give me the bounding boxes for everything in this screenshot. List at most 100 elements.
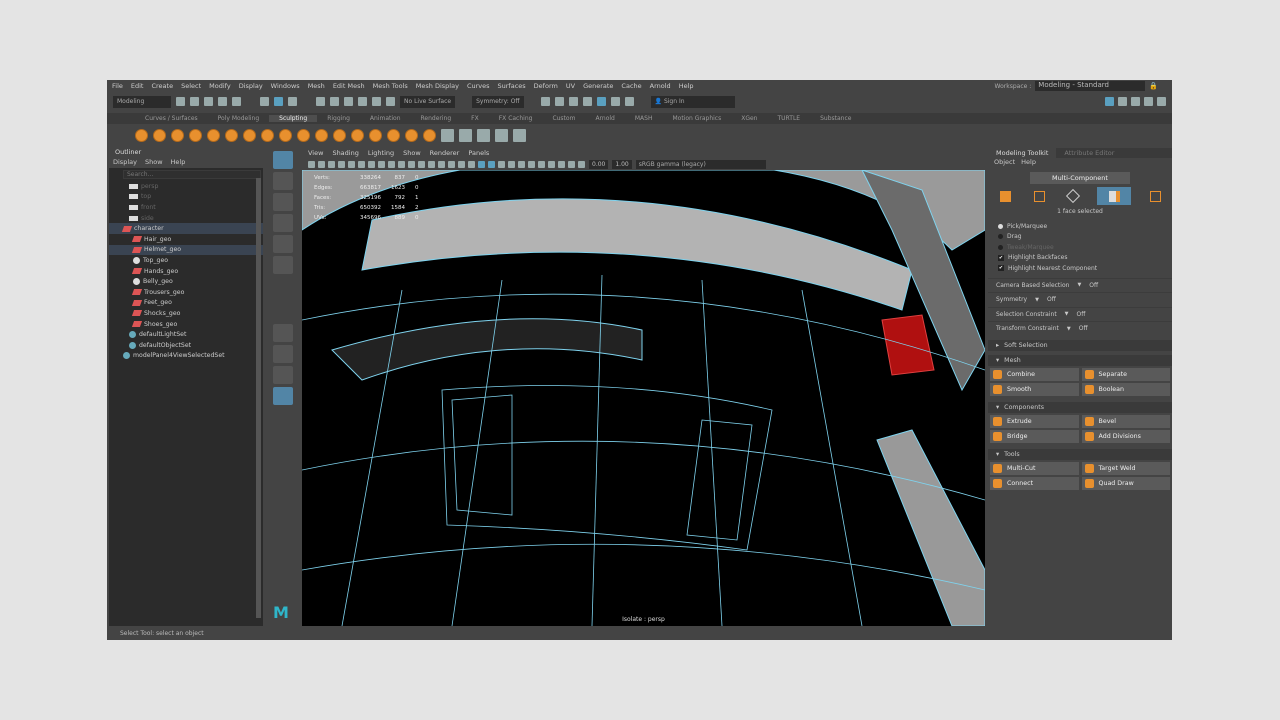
viewport-menu-show[interactable]: Show: [403, 149, 421, 157]
viewport-toolbar-icon[interactable]: [498, 160, 505, 168]
section-mesh[interactable]: ▾ Mesh: [988, 354, 1172, 366]
viewport-toolbar-icon[interactable]: [308, 160, 315, 168]
toolkit-menu-object[interactable]: Object: [994, 158, 1015, 168]
shelf-tab-fx[interactable]: FX: [461, 115, 489, 122]
viewport-toolbar-icon[interactable]: [408, 160, 415, 168]
sculpt-tool-icon[interactable]: [513, 128, 526, 142]
viewport-toolbar-icon[interactable]: [338, 160, 345, 168]
target-weld-button[interactable]: Target Weld: [1081, 461, 1170, 475]
edge-mode-button[interactable]: [1063, 187, 1083, 205]
viewport-toolbar-icon[interactable]: [328, 160, 335, 168]
sculpt-tool-icon[interactable]: [261, 128, 274, 142]
workspace-dropdown[interactable]: Modeling - Standard: [1035, 81, 1146, 91]
face-mode-button[interactable]: [1097, 187, 1131, 205]
radio-button[interactable]: [998, 244, 1003, 250]
outliner-item-top[interactable]: top: [109, 192, 263, 203]
snap-live-icon[interactable]: [386, 97, 395, 106]
outliner-item-trousers-geo[interactable]: Trousers_geo: [109, 287, 263, 298]
dropdown-arrow-icon[interactable]: ▼: [1065, 311, 1069, 317]
select-hierarchy-icon[interactable]: [260, 97, 269, 106]
outliner-item-defaultlightset[interactable]: defaultLightSet: [109, 329, 263, 340]
option-pick-marquee[interactable]: Pick/Marquee: [988, 221, 1172, 232]
scale-tool[interactable]: [273, 256, 293, 274]
render-view-icon[interactable]: [540, 97, 550, 106]
viewport-toolbar-icon[interactable]: [568, 160, 575, 168]
viewport-toolbar-icon[interactable]: [418, 160, 425, 168]
add-divisions-button[interactable]: Add Divisions: [1081, 429, 1170, 443]
menu-cache[interactable]: Cache: [621, 82, 641, 90]
sculpt-tool-icon[interactable]: [495, 128, 508, 142]
outliner-scrollbar[interactable]: [256, 178, 261, 618]
outliner-item-modelpanel4viewselectedset[interactable]: modelPanel4ViewSelectedSet: [109, 351, 263, 362]
tab-modeling-toolkit[interactable]: Modeling Toolkit: [988, 148, 1057, 158]
workspace-selector[interactable]: Workspace : Modeling - Standard 🔒: [995, 81, 1158, 91]
outliner-item-front[interactable]: front: [109, 202, 263, 213]
option-drag[interactable]: Drag: [988, 232, 1172, 243]
viewport-toolbar-icon[interactable]: [398, 160, 405, 168]
viewport-toolbar-icon[interactable]: [508, 160, 515, 168]
ipr-render-icon[interactable]: [568, 97, 578, 106]
outliner-item-side[interactable]: side: [109, 213, 263, 224]
viewport-toolbar-icon[interactable]: [478, 160, 485, 168]
save-scene-icon[interactable]: [204, 97, 213, 106]
dropdown-arrow-icon[interactable]: ▼: [1077, 282, 1081, 288]
character-controls-icon[interactable]: [1118, 97, 1127, 106]
viewport-toolbar-icon[interactable]: [488, 160, 495, 168]
viewport-toolbar-icon[interactable]: [368, 160, 375, 168]
menu-mesh-display[interactable]: Mesh Display: [416, 82, 459, 90]
menu-surfaces[interactable]: Surfaces: [498, 82, 526, 90]
menu-file[interactable]: File: [112, 82, 123, 90]
menu-help[interactable]: Help: [679, 82, 694, 90]
outliner-item-persp[interactable]: persp: [109, 181, 263, 192]
shelf-tab-animation[interactable]: Animation: [360, 115, 411, 122]
menu-mesh-tools[interactable]: Mesh Tools: [373, 82, 408, 90]
vertex-mode-button[interactable]: [1029, 187, 1049, 205]
snap-view-icon[interactable]: [358, 97, 367, 106]
multi-cut-button[interactable]: Multi-Cut: [990, 461, 1079, 475]
outliner-item-character[interactable]: character: [109, 223, 263, 234]
tool-settings-icon[interactable]: [1144, 97, 1153, 106]
paint-select-tool[interactable]: [273, 193, 293, 211]
outliner-persp-layout[interactable]: [273, 387, 293, 405]
snap-curve-icon[interactable]: [330, 97, 339, 106]
separate-button[interactable]: Separate: [1081, 367, 1170, 381]
color-space-dropdown[interactable]: sRGB gamma (legacy): [635, 159, 766, 169]
live-surface-field[interactable]: No Live Surface: [400, 95, 456, 108]
sculpt-tool-icon[interactable]: [135, 128, 148, 142]
channel-box-icon[interactable]: [1157, 97, 1166, 106]
viewport-toolbar-icon[interactable]: [458, 160, 465, 168]
select-object-icon[interactable]: [274, 97, 283, 106]
outliner-menu-show[interactable]: Show: [145, 158, 163, 168]
modeling-toolkit-icon[interactable]: [1105, 97, 1114, 106]
move-tool[interactable]: [273, 214, 293, 232]
shelf-tab-motion-graphics[interactable]: Motion Graphics: [662, 115, 731, 122]
bevel-button[interactable]: Bevel: [1081, 414, 1170, 428]
soft-selection-section[interactable]: ▸ Soft Selection: [988, 339, 1172, 351]
checkbox[interactable]: ✔: [998, 265, 1004, 272]
viewport-toolbar-icon[interactable]: [438, 160, 445, 168]
sculpt-tool-icon[interactable]: [441, 128, 454, 142]
viewport-toolbar-icon[interactable]: [388, 160, 395, 168]
uv-mode-button[interactable]: [1145, 187, 1165, 205]
menu-select[interactable]: Select: [181, 82, 201, 90]
menu-arnold[interactable]: Arnold: [650, 82, 671, 90]
viewport-menu-shading[interactable]: Shading: [332, 149, 358, 157]
section-tools[interactable]: ▾ Tools: [988, 448, 1172, 460]
shelf-tab-mash[interactable]: MASH: [625, 115, 663, 122]
snap-surface-icon[interactable]: [372, 97, 381, 106]
sculpt-tool-icon[interactable]: [171, 128, 184, 142]
shelf-tab-substance[interactable]: Substance: [810, 115, 861, 122]
menu-curves[interactable]: Curves: [467, 82, 490, 90]
sculpt-tool-icon[interactable]: [423, 128, 436, 142]
undo-icon[interactable]: [218, 97, 227, 106]
radio-button[interactable]: [998, 223, 1003, 229]
snap-grid-icon[interactable]: [316, 97, 325, 106]
menu-edit-mesh[interactable]: Edit Mesh: [333, 82, 365, 90]
rotate-tool[interactable]: [273, 235, 293, 253]
sculpt-tool-icon[interactable]: [315, 128, 328, 142]
sculpt-tool-icon[interactable]: [297, 128, 310, 142]
outliner-item-helmet-geo[interactable]: Helmet_geo: [109, 244, 263, 256]
menu-modify[interactable]: Modify: [209, 82, 231, 90]
option-highlight-backfaces[interactable]: ✔ Highlight Backfaces: [988, 253, 1172, 264]
viewport-toolbar-icon[interactable]: [448, 160, 455, 168]
